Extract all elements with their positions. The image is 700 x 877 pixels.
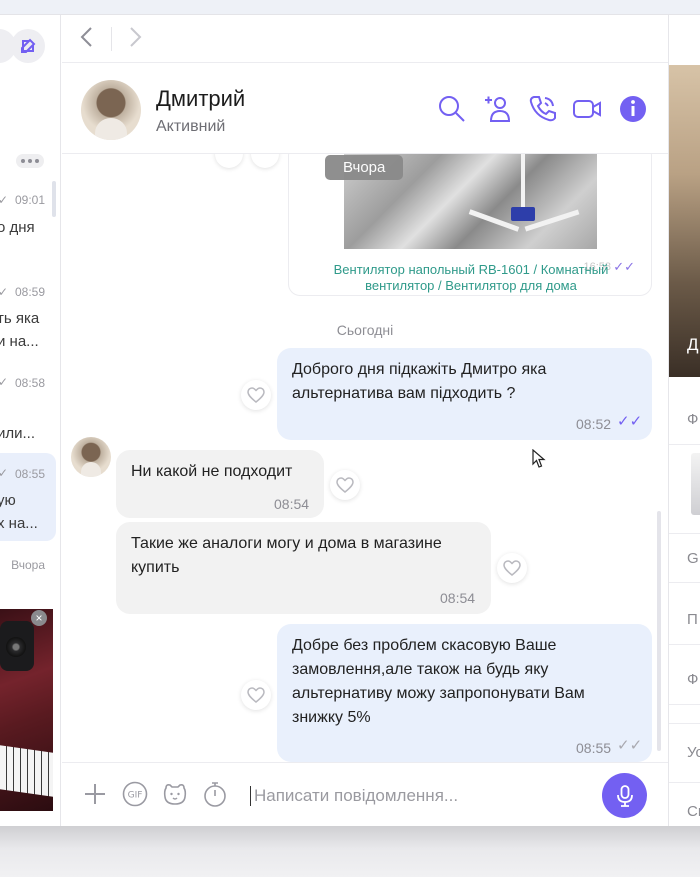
chat-list-pane: ✓ 09:01 о дня ✓ 08:59 ть яка и на... ✓ 0… <box>0 15 61 826</box>
sender-avatar[interactable] <box>71 437 111 477</box>
chat-list-item[interactable]: Вчора <box>0 558 56 578</box>
delivered-icon: ✓ <box>0 193 8 207</box>
video-call-button[interactable] <box>571 93 603 125</box>
info-row[interactable]: Сп <box>669 791 700 826</box>
more-options-button[interactable] <box>16 154 44 168</box>
date-separator: Сьогодні <box>336 322 394 338</box>
fan-base <box>511 207 535 221</box>
media-thumbnail[interactable] <box>691 453 700 515</box>
delivered-icon: ✓ <box>0 285 8 299</box>
svg-text:GIF: GIF <box>128 791 143 801</box>
fan-pole <box>521 154 525 211</box>
contact-cover-photo[interactable]: Д <box>669 65 700 377</box>
add-participant-button[interactable] <box>480 93 512 125</box>
info-row[interactable]: П <box>669 595 700 645</box>
heart-icon <box>336 477 354 493</box>
chat-list-item-selected-content: ✓ 08:55 ую х на... <box>0 466 45 532</box>
product-link-message[interactable]: Вчора 16:58 ✓✓ Вентилятор напольный RB-1… <box>288 154 652 296</box>
window-top-strip <box>0 0 700 14</box>
stopwatch-icon <box>204 782 226 807</box>
contact-info-pane: Д Ф G П Ф Ус Сп <box>668 15 700 826</box>
message-composer: GIF <box>62 762 668 826</box>
like-button[interactable] <box>497 553 527 583</box>
piano-keys-image <box>0 745 53 797</box>
chat-header: Дмитрий Активний <box>62 64 668 154</box>
info-row[interactable]: Ф <box>669 395 700 445</box>
compose-button[interactable] <box>11 29 45 63</box>
like-button[interactable] <box>330 470 360 500</box>
info-icon <box>620 96 646 122</box>
like-button[interactable] <box>241 680 271 710</box>
incoming-message[interactable]: Такие же аналоги могу и дома в магазине … <box>116 522 491 614</box>
search-button[interactable] <box>436 93 468 125</box>
heart-icon <box>247 387 265 403</box>
message-input[interactable] <box>254 781 594 811</box>
add-user-icon <box>485 96 511 122</box>
call-button[interactable] <box>526 93 558 125</box>
viber-window: ✓ 09:01 о дня ✓ 08:59 ть яка и на... ✓ 0… <box>0 14 700 826</box>
plus-icon <box>85 784 105 804</box>
video-camera-icon <box>573 100 601 118</box>
contact-name[interactable]: Дмитрий <box>156 86 245 112</box>
voice-message-button[interactable] <box>602 773 647 818</box>
info-row[interactable]: Ус <box>669 723 700 783</box>
info-row[interactable]: G <box>669 533 700 583</box>
window-bottom-shadow <box>0 826 700 877</box>
phone-icon <box>529 96 556 122</box>
chevron-right-icon <box>130 27 142 47</box>
ad-banner[interactable]: × <box>0 608 60 826</box>
chevron-left-icon <box>80 27 92 47</box>
sticker-bear-icon <box>163 784 187 805</box>
chat-list-item[interactable]: ✓ 09:01 о дня <box>0 191 56 271</box>
message-list-scrollbar[interactable] <box>657 511 661 751</box>
microphone-icon <box>616 784 633 807</box>
delivered-ticks-icon: ✓✓ <box>617 737 643 754</box>
outgoing-message[interactable]: Добре без проблем скасовую Ваше замовлен… <box>277 624 652 762</box>
conversation-pane: Дмитрий Активний Вчора 16:58 ✓✓ Вентилят… <box>62 15 668 826</box>
outgoing-message[interactable]: Доброго дня підкажіть Дмитро яка альтерн… <box>277 348 652 440</box>
attach-button[interactable] <box>82 781 108 807</box>
speaker-icon <box>0 621 34 671</box>
text-caret <box>250 786 251 806</box>
message-list[interactable]: Вчора 16:58 ✓✓ Вентилятор напольный RB-1… <box>62 154 668 762</box>
heart-icon <box>247 687 265 703</box>
product-link-caption[interactable]: Вентилятор напольный RB-1601 / Комнатный… <box>309 262 633 294</box>
date-badge: Вчора <box>325 155 404 180</box>
chat-list-item[interactable]: ✓ 08:58 или... <box>0 375 56 455</box>
delivered-icon: ✓ <box>0 375 8 389</box>
read-ticks-icon: ✓✓ <box>617 413 643 430</box>
heart-icon <box>503 560 521 576</box>
navigation-bar <box>62 15 668 63</box>
mouse-cursor-icon <box>532 449 546 468</box>
close-ad-icon[interactable]: × <box>31 610 47 626</box>
back-button[interactable] <box>76 25 100 51</box>
contact-avatar[interactable] <box>81 80 141 140</box>
timer-button[interactable] <box>202 781 228 807</box>
like-button[interactable] <box>241 380 271 410</box>
info-row[interactable]: Ф <box>669 655 700 705</box>
info-button[interactable] <box>617 93 649 125</box>
sticker-button[interactable] <box>162 781 188 807</box>
contact-status: Активний <box>156 118 226 135</box>
gif-button[interactable]: GIF <box>122 781 148 807</box>
delivered-icon: ✓ <box>0 466 8 480</box>
like-button[interactable] <box>215 154 243 168</box>
forward-button[interactable] <box>124 25 148 51</box>
compose-icon <box>21 38 36 53</box>
ad-image <box>0 609 53 811</box>
like-button[interactable] <box>251 154 279 168</box>
gif-icon: GIF <box>122 781 148 807</box>
nav-divider <box>111 27 112 51</box>
search-icon <box>439 96 465 122</box>
incoming-message[interactable]: Ни какой не подходит 08:54 <box>116 450 324 518</box>
chat-list-item[interactable]: ✓ 08:59 ть яка и на... <box>0 283 56 371</box>
